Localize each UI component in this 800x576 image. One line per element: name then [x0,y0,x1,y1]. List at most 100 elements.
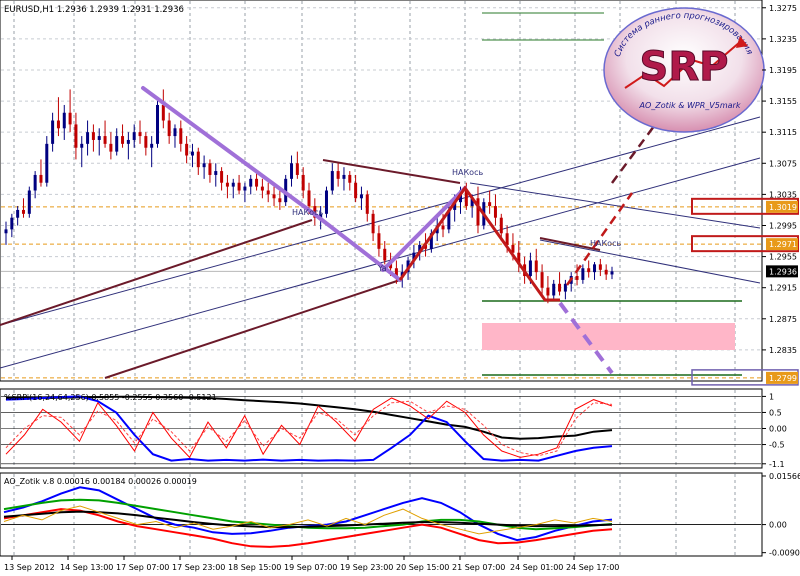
annotation-label: НАКось [452,168,483,177]
candle-body [33,174,37,191]
price-marker-label: 1.2799 [769,374,797,383]
candle-body [173,128,177,137]
price-marker-label: 1.2971 [769,240,797,249]
y-tick-label: 1.3115 [769,128,797,137]
candle-body [336,171,340,179]
candle-body [278,198,282,203]
candle-body [39,174,43,183]
annotation-label: Ya [377,264,387,273]
candle-body [249,178,253,187]
y-tick-label: -0.00905 [769,549,800,558]
candle-body [493,206,497,218]
candle-body [208,163,212,175]
candle-body [359,194,363,199]
y-tick-label: 1.3275 [769,4,797,13]
x-tick-label: 20 Sep 15:00 [396,563,449,572]
y-tick-label: 1 [769,392,774,401]
y-tick-label: 1.2875 [769,315,797,324]
candle-body [80,143,84,148]
pink-target-zone [482,323,735,350]
candle-body [377,233,381,249]
candle-body [68,112,72,125]
current-price-label: 1.2936 [769,267,797,276]
candle-body [237,182,241,191]
y-tick-label: 0.01566 [769,472,800,481]
candle-body [138,132,142,137]
main-chart-title: EURUSD,H1 1.2936 1.2939 1.2931 1.2936 [4,5,184,15]
x-tick-label: 19 Sep 07:00 [284,563,337,572]
y-tick-label: 1.3075 [769,159,797,168]
price-marker-label: 1.3019 [769,203,797,212]
candle-body [109,143,113,152]
candle-body [587,268,591,273]
candle-body [202,163,206,168]
candle-body [196,151,200,168]
y-tick-label: 1.2955 [769,253,797,262]
candle-body [290,163,294,179]
ao-title: AO_Zotik v.8 0.00016 0.00184 0.00026 0.0… [4,477,197,486]
srp-logo: Система раннего прогнозирования SRP AO_Z… [603,7,765,133]
candle-body [167,120,171,137]
candle-body [214,171,218,175]
candle-body [563,283,567,292]
candle-body [581,268,585,280]
candle-body [528,260,532,277]
x-tick-label: 13 Sep 2012 [4,563,55,572]
candle-body [301,174,305,191]
y-tick-label: 1.2995 [769,221,797,230]
candle-body [255,178,259,187]
annotation-label: НАКось [590,239,621,248]
candle-body [4,229,8,234]
candle-body [10,217,14,230]
x-tick-label: 19 Sep 23:00 [340,563,393,572]
candle-body [365,194,369,214]
candle-body [115,136,119,152]
candle-body [121,136,125,144]
candle-body [150,143,154,148]
candle-body [348,174,352,183]
y-tick-label: -0.5 [769,441,785,450]
y-axis-ao: 0.01566 0.00 -0.00905 [762,472,800,558]
x-tick-label: 21 Sep 07:00 [452,563,505,572]
candle-body [441,225,445,230]
x-axis: 13 Sep 2012 14 Sep 13:00 17 Sep 07:00 17 Se… [4,556,619,572]
candle-body [231,182,235,187]
y-tick-label: 0.5 [769,408,782,417]
candle-body [499,217,503,234]
chart-canvas[interactable]: НАКось НАКось НАКось Ya Система раннего … [0,0,800,576]
candle-body [546,287,550,296]
candle-body [62,112,66,129]
candle-body [74,124,78,148]
x-tick-label: 24 Sep 17:00 [566,563,619,572]
y-tick-label: -1.1 [769,460,785,469]
candle-body [610,271,614,275]
candle-body [225,182,229,187]
candle-body [220,171,224,183]
candle-body [324,190,328,214]
candle-body [91,132,95,140]
y-tick-label: 0.00 [769,521,787,530]
y-tick-label: 1.2915 [769,284,797,293]
candle-body [488,202,492,207]
candle-body [126,139,130,144]
candle-body [575,276,579,280]
candle-body [534,260,538,273]
logo-bottom-text: AO_Zotik & WPR_V5mark [639,101,741,110]
logo-title: SRP [640,44,729,90]
candle-body [540,272,544,288]
candle-body [21,209,25,214]
candle-body [45,143,49,183]
candle-body [97,136,101,140]
candle-body [103,136,107,144]
oscillator-title: %SRPi(16,24,64,256) 0.5855 -0.2555 0.356… [4,393,217,402]
candle-body [266,190,270,195]
candle-body [260,186,264,191]
x-tick-label: 14 Sep 13:00 [60,563,113,572]
y-tick-label: 1.3155 [769,97,797,106]
candle-body [295,163,299,175]
y-axis-oscillator: 1 0.5 0.00 -0.5 -1.1 [762,392,787,469]
candle-body [383,248,387,261]
candle-body [272,194,276,199]
candle-body [354,182,358,199]
candle-body [243,186,247,191]
